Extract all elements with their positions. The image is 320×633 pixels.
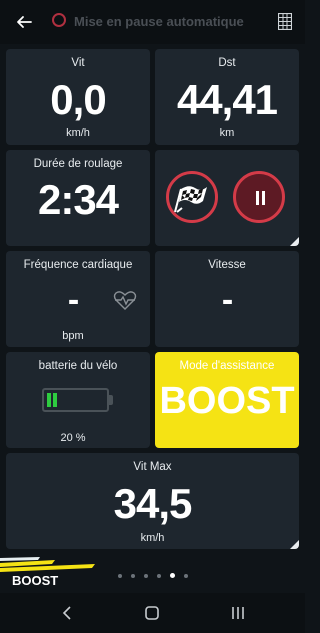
- heart-pulse-icon: [113, 291, 137, 310]
- battery-fill-segment: [47, 393, 51, 407]
- checkered-flag-icon: [174, 186, 207, 213]
- grid-menu-icon[interactable]: [278, 13, 292, 30]
- page-indicator-dot[interactable]: [131, 574, 135, 578]
- speed-value: 0,0: [50, 76, 106, 123]
- max-speed-tile[interactable]: Vit Max 34,5 km/h: [6, 453, 299, 549]
- duration-tile[interactable]: Durée de roulage 2:34: [6, 150, 150, 246]
- speed-label: Vit: [71, 57, 85, 69]
- pause-button[interactable]: [233, 171, 285, 223]
- assist-mode-value: BOOST: [159, 380, 295, 422]
- max-speed-value: 34,5: [113, 480, 193, 527]
- distance-unit: km: [219, 127, 235, 139]
- distance-label: Dst: [218, 57, 236, 69]
- nav-home-icon[interactable]: [144, 605, 160, 621]
- page-indicator-dot[interactable]: [118, 574, 122, 578]
- battery-percent: 20 %: [60, 432, 86, 444]
- vitesse-tile[interactable]: Vitesse -: [155, 251, 299, 347]
- expand-corner-icon: [290, 540, 299, 549]
- battery-gauge: [42, 388, 109, 412]
- page-indicator-dot[interactable]: [157, 574, 161, 578]
- auto-pause-toggle[interactable]: [52, 13, 66, 27]
- battery-label: batterie du vélo: [38, 360, 118, 372]
- heart-rate-label: Fréquence cardiaque: [23, 259, 133, 271]
- duration-label: Durée de roulage: [33, 158, 123, 170]
- expand-corner-icon: [290, 237, 299, 246]
- footer-mode-label: BOOST: [12, 573, 59, 588]
- battery-tip: [109, 395, 113, 405]
- nav-back-icon[interactable]: [61, 605, 73, 621]
- duration-value: 2:34: [37, 176, 119, 223]
- max-speed-label: Vit Max: [133, 461, 172, 473]
- heart-rate-unit: bpm: [62, 330, 84, 342]
- controls-tile: [155, 150, 299, 246]
- assist-mode-label: Mode d'assistance: [179, 360, 275, 372]
- arrow-left-icon[interactable]: [14, 12, 34, 32]
- system-nav-bar: [0, 593, 305, 633]
- speed-tile[interactable]: Vit 0,0 km/h: [6, 49, 150, 145]
- speed-unit: km/h: [66, 127, 90, 139]
- auto-pause-label: Mise en pause automatique: [74, 14, 244, 29]
- heart-rate-tile[interactable]: Fréquence cardiaque - bpm: [6, 251, 150, 347]
- distance-tile[interactable]: Dst 44,41 km: [155, 49, 299, 145]
- page-indicator-dot[interactable]: [184, 574, 188, 578]
- assist-level-indicator: [0, 557, 95, 572]
- assist-mode-tile[interactable]: Mode d'assistance BOOST: [155, 352, 299, 448]
- battery-fill-segment: [53, 393, 57, 407]
- page-indicator-dot-active[interactable]: [170, 573, 175, 578]
- page-indicator-dot[interactable]: [144, 574, 148, 578]
- finish-ride-button[interactable]: [166, 171, 218, 223]
- max-speed-unit: km/h: [140, 532, 165, 544]
- vitesse-value: -: [221, 281, 233, 319]
- top-bar: Mise en pause automatique: [0, 0, 305, 44]
- pause-icon: [255, 191, 267, 205]
- distance-value: 44,41: [176, 76, 278, 123]
- nav-recents-icon[interactable]: [230, 605, 246, 621]
- vitesse-label: Vitesse: [208, 259, 246, 271]
